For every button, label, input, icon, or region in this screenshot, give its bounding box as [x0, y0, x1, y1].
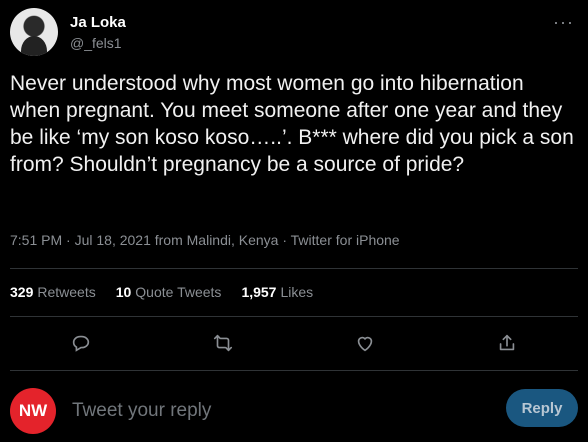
- author-name[interactable]: Ja Loka: [70, 14, 126, 31]
- tweet-header: Ja Loka @_fels1 ···: [10, 8, 578, 58]
- reply-button[interactable]: Reply: [506, 389, 578, 427]
- divider: [10, 370, 578, 371]
- account-logo[interactable]: NW: [10, 388, 56, 434]
- more-dots-icon[interactable]: ···: [553, 12, 574, 33]
- retweets-stat[interactable]: 329 Retweets: [10, 284, 96, 300]
- tweet-stats: 329 Retweets 10 Quote Tweets 1,957 Likes: [10, 284, 313, 300]
- divider: [10, 268, 578, 269]
- author-avatar[interactable]: [10, 8, 58, 56]
- quote-tweets-stat[interactable]: 10 Quote Tweets: [116, 284, 222, 300]
- reply-input[interactable]: [70, 394, 474, 428]
- author-handle[interactable]: @_fels1: [70, 35, 122, 51]
- retweet-icon[interactable]: [210, 330, 236, 356]
- likes-stat[interactable]: 1,957 Likes: [241, 284, 313, 300]
- reply-composer: NW Reply: [10, 384, 578, 434]
- tweet-actions: [10, 330, 578, 356]
- tweet-text: Never understood why most women go into …: [10, 72, 574, 176]
- divider: [10, 316, 578, 317]
- share-icon[interactable]: [494, 330, 520, 356]
- like-icon[interactable]: [352, 330, 378, 356]
- reply-icon[interactable]: [68, 330, 94, 356]
- tweet-meta: 7:51 PM · Jul 18, 2021 from Malindi, Ken…: [10, 232, 400, 248]
